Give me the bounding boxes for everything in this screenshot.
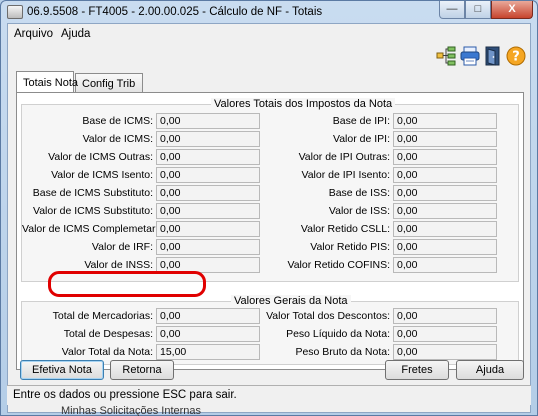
field-label: Valor de IPI Outras: [298,151,390,163]
field-label: Valor Total dos Descontos: [266,310,390,322]
valor-icms-complementar-field[interactable]: 0,00 [156,221,260,237]
valor-ipi-field[interactable]: 0,00 [393,131,497,147]
field-label: Base de ISS: [328,187,390,199]
peso-liquido-field[interactable]: 0,00 [393,326,497,342]
valor-icms-field[interactable]: 0,00 [156,131,260,147]
total-despesas-field[interactable]: 0,00 [156,326,260,342]
minimize-button[interactable]: — [439,1,465,19]
field-label: Valor Retido COFINS: [287,259,390,271]
field-label: Peso Líquido da Nota: [286,328,390,340]
field-label: Base de ICMS: [82,115,153,127]
status-text: Entre os dados ou pressione ESC para sai… [13,389,237,401]
title-bar[interactable]: 06.9.5508 - FT4005 - 2.00.00.025 - Cálcu… [1,1,537,23]
taxes-group: Valores Totais dos Impostos da Nota Base… [21,98,519,282]
valor-ipi-outras-field[interactable]: 0,00 [393,149,497,165]
valor-iss-field[interactable]: 0,00 [393,203,497,219]
menu-arquivo[interactable]: Arquivo [14,28,53,40]
tab-config-trib[interactable]: Config Trib [75,73,143,93]
field-label: Total de Despesas: [63,328,153,340]
status-bar: Entre os dados ou pressione ESC para sai… [7,385,531,405]
general-group-title: Valores Gerais da Nota [231,295,351,307]
ajuda-button[interactable]: Ajuda [456,360,524,380]
base-icms-substituto-field[interactable]: 0,00 [156,185,260,201]
app-icon [7,5,23,19]
valor-ipi-isento-field[interactable]: 0,00 [393,167,497,183]
svg-text:?: ? [512,50,520,65]
total-mercadorias-field[interactable]: 0,00 [156,308,260,324]
background-window-text: Minhas Solicitações Internas [61,405,202,416]
valor-total-nota-field[interactable]: 15,00 [156,344,260,360]
field-label: Valor de INSS: [84,259,153,271]
menu-ajuda[interactable]: Ajuda [61,28,90,40]
base-ipi-field[interactable]: 0,00 [393,113,497,129]
field-label: Valor de ICMS Complemetar: [22,223,159,235]
field-label: Peso Bruto da Nota: [295,346,390,358]
menu-bar: Arquivo Ajuda [8,24,530,43]
help-icon[interactable]: ? [506,46,526,66]
taxes-group-title: Valores Totais dos Impostos da Nota [211,98,396,110]
field-label: Base de ICMS Substituto: [32,187,153,199]
field-label: Valor de ICMS Substituto: [32,205,153,217]
base-iss-field[interactable]: 0,00 [393,185,497,201]
peso-bruto-field[interactable]: 0,00 [393,344,497,360]
retorna-button[interactable]: Retorna [110,360,174,380]
valor-retido-csll-field[interactable]: 0,00 [393,221,497,237]
window-title: 06.9.5508 - FT4005 - 2.00.00.025 - Cálcu… [27,6,323,18]
field-label: Valor Total da Nota: [61,346,153,358]
valor-irf-field[interactable]: 0,00 [156,239,260,255]
base-icms-field[interactable]: 0,00 [156,113,260,129]
valor-icms-substituto-field[interactable]: 0,00 [156,203,260,219]
field-label: Valor Retido CSLL: [300,223,390,235]
field-label: Valor de ICMS Isento: [51,169,153,181]
maximize-button[interactable]: □ [465,1,491,19]
field-label: Total de Mercadorias: [52,310,153,322]
field-label: Valor de ISS: [328,205,390,217]
valor-total-descontos-field[interactable]: 0,00 [393,308,497,324]
window-controls: — □ X [439,1,533,20]
tree-icon[interactable] [436,46,456,66]
valor-retido-cofins-field[interactable]: 0,00 [393,257,497,273]
general-group: Valores Gerais da Nota Total de Mercador… [21,295,519,365]
field-label: Valor Retido PIS: [310,241,390,253]
valor-icms-outras-field[interactable]: 0,00 [156,149,260,165]
tab-panel: Valores Totais dos Impostos da Nota Base… [16,92,524,370]
print-icon[interactable] [460,46,480,66]
exit-door-icon[interactable] [483,46,503,66]
efetiva-nota-button[interactable]: Efetiva Nota [20,360,104,380]
field-label: Base de IPI: [332,115,390,127]
tab-totais-nota[interactable]: Totais Nota [16,71,78,92]
field-label: Valor de ICMS Outras: [48,151,153,163]
fretes-button[interactable]: Fretes [385,360,449,380]
highlight-annotation [48,271,206,297]
field-label: Valor de IPI: [332,133,390,145]
field-label: Valor de IPI Isento: [301,169,390,181]
valor-retido-pis-field[interactable]: 0,00 [393,239,497,255]
valor-icms-isento-field[interactable]: 0,00 [156,167,260,183]
field-label: Valor de IRF: [91,241,153,253]
window-client: Arquivo Ajuda ? Totais Nota Config Trib … [7,23,531,413]
field-label: Valor de ICMS: [82,133,153,145]
app-window: 06.9.5508 - FT4005 - 2.00.00.025 - Cálcu… [0,0,538,416]
close-button[interactable]: X [491,1,533,19]
